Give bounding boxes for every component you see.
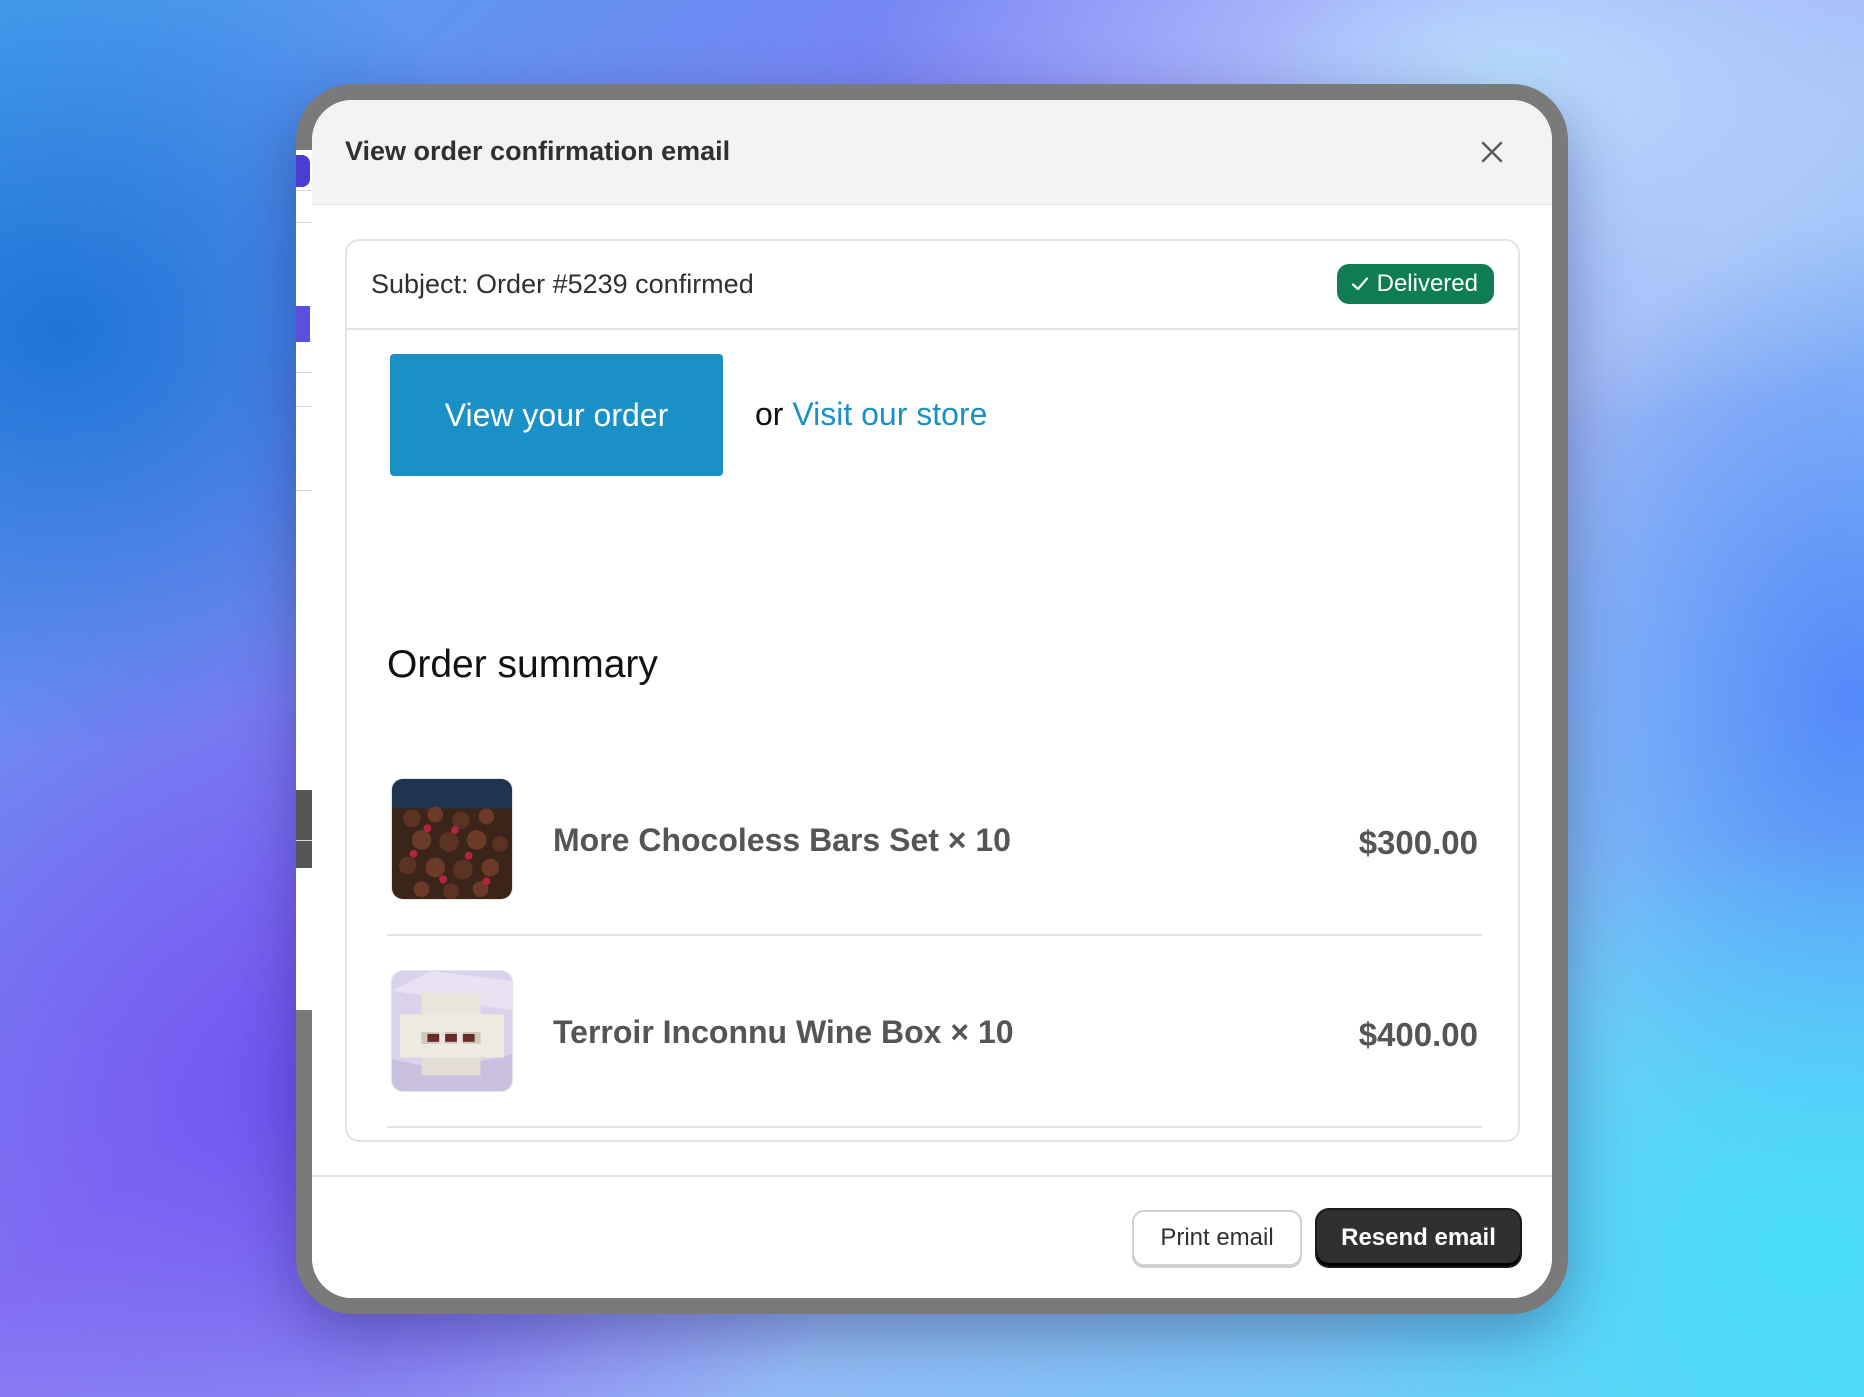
order-item: More Chocoless Bars Set × 10 $300.00 [387, 744, 1482, 936]
modal-title: View order confirmation email [345, 136, 731, 166]
visit-store-link[interactable]: Visit our store [792, 396, 987, 432]
email-subject-bar: Subject: Order #5239 confirmed Delivered [347, 241, 1518, 330]
view-order-button[interactable]: View your order [390, 354, 723, 476]
item-name: Terroir Inconnu Wine Box × 10 [553, 1014, 1014, 1050]
resend-email-button[interactable]: Resend email [1317, 1210, 1520, 1266]
background-app-icon [296, 306, 310, 342]
modal-header: View order confirmation email [312, 100, 1552, 205]
status-badge: Delivered [1336, 264, 1494, 304]
close-button[interactable] [1476, 136, 1508, 168]
item-price: $300.00 [1358, 824, 1478, 861]
item-name: More Chocoless Bars Set × 10 [553, 822, 1011, 858]
order-item: Terroir Inconnu Wine Box × 10 $400.00 [387, 936, 1482, 1128]
order-email-modal: View order confirmation email Subject: O… [312, 100, 1552, 1298]
chocolate-truffles-image [391, 778, 513, 900]
modal-footer: Print email Resend email [312, 1175, 1552, 1298]
store-link-line: or Visit our store [755, 396, 987, 433]
item-price: $400.00 [1358, 1016, 1478, 1053]
email-preview: Subject: Order #5239 confirmed Delivered… [345, 239, 1520, 1142]
email-subject: Subject: Order #5239 confirmed [371, 269, 754, 299]
or-text: or [755, 396, 784, 432]
print-email-button[interactable]: Print email [1132, 1210, 1302, 1266]
close-icon [1481, 141, 1503, 163]
order-summary-title: Order summary [387, 643, 658, 686]
background-app-icon [296, 155, 310, 187]
checkmark-icon [1351, 277, 1368, 291]
wine-box-image [391, 970, 513, 1092]
status-badge-label: Delivered [1376, 270, 1478, 297]
background-avatar [296, 790, 312, 868]
